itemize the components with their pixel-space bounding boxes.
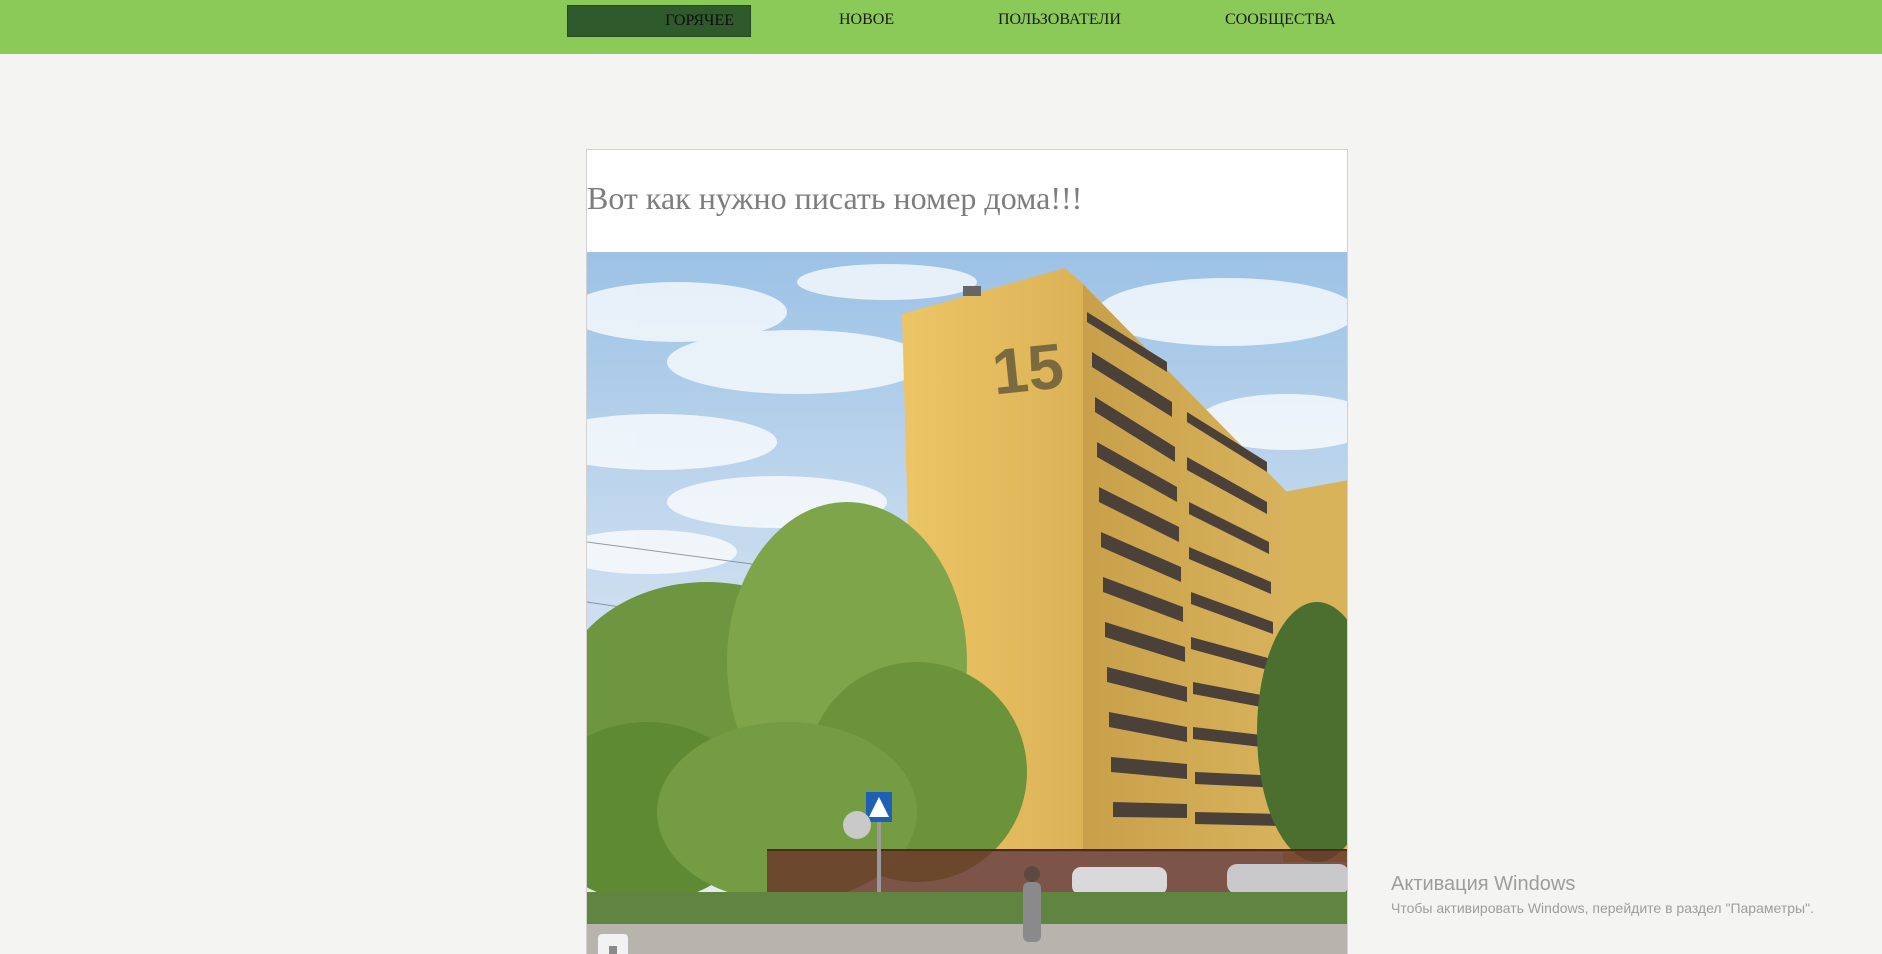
post-title[interactable]: Вот как нужно писать номер дома!!! xyxy=(587,180,1082,217)
windows-activation-subtitle: Чтобы активировать Windows, перейдите в … xyxy=(1391,900,1814,916)
post-image[interactable]: 15 xyxy=(587,252,1348,954)
nav-item-communities[interactable]: СООБЩЕСТВА xyxy=(1225,5,1336,37)
windows-activation-watermark: Активация Windows Чтобы активировать Win… xyxy=(1391,872,1814,918)
top-navigation-bar: ГОРЯЧЕЕ НОВОЕ ПОЛЬЗОВАТЕЛИ СООБЩЕСТВА xyxy=(0,0,1882,54)
nav-item-hot[interactable]: ГОРЯЧЕЕ xyxy=(567,5,751,37)
nav-item-new[interactable]: НОВОЕ xyxy=(839,5,894,37)
windows-activation-title: Активация Windows xyxy=(1391,873,1576,895)
svg-text:15: 15 xyxy=(989,329,1067,408)
post-card: Вот как нужно писать номер дома!!! 15 xyxy=(586,149,1348,954)
nav-item-users[interactable]: ПОЛЬЗОВАТЕЛИ xyxy=(998,5,1121,37)
image-bookmark-icon[interactable] xyxy=(598,934,628,954)
